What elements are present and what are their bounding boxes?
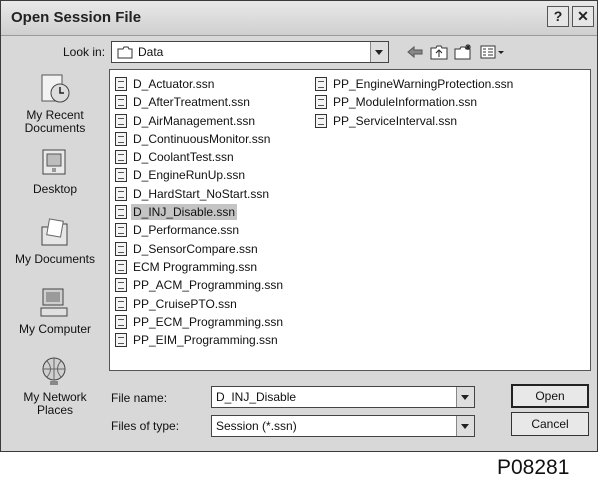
file-name-label: File name: — [111, 391, 168, 405]
place-label: My Network Places — [23, 390, 87, 417]
place-label: My Recent Documents — [24, 108, 86, 135]
session-file-icon — [115, 259, 127, 274]
session-file-icon — [115, 77, 127, 91]
file-name: PP_ACM_Programming.ssn — [133, 278, 284, 293]
file-item[interactable]: ECM Programming.ssn — [113, 259, 285, 277]
file-name: D_CoolantTest.ssn — [133, 150, 234, 165]
session-file-icon — [115, 186, 127, 201]
chevron-down-icon[interactable] — [456, 387, 474, 407]
file-item[interactable]: PP_EIM_Programming.ssn — [113, 332, 285, 350]
place-desktop[interactable]: Desktop — [13, 147, 97, 196]
file-type-select[interactable]: Session (*.ssn) — [211, 415, 475, 437]
session-file-icon — [115, 205, 127, 220]
session-file-icon — [315, 113, 327, 128]
file-item[interactable]: D_CoolantTest.ssn — [113, 149, 285, 167]
file-list[interactable]: D_Actuator.ssn D_AfterTreatment.ssn D_AirM… — [109, 69, 591, 371]
up-folder-icon[interactable] — [429, 43, 449, 61]
file-name: D_EngineRunUp.ssn — [133, 168, 246, 183]
file-item[interactable]: PP_EngineWarningProtection.ssn — [313, 76, 515, 94]
chevron-down-icon[interactable] — [370, 42, 388, 62]
session-file-icon — [115, 296, 127, 311]
title-bar: Open Session File ? ✕ — [1, 1, 597, 36]
my-computer-icon — [38, 287, 72, 319]
file-name: D_HardStart_NoStart.ssn — [133, 186, 270, 201]
file-name-value[interactable]: D_INJ_Disable — [216, 390, 296, 404]
file-item[interactable]: D_AirManagement.ssn — [113, 113, 285, 131]
file-item[interactable]: D_EngineRunUp.ssn — [113, 167, 285, 185]
file-list-column-2: PP_EngineWarningProtection.ssn PP_ModuleI… — [313, 76, 515, 131]
folder-icon — [117, 46, 133, 62]
file-item[interactable]: PP_ModuleInformation.ssn — [313, 94, 515, 112]
file-type-value: Session (*.ssn) — [216, 419, 297, 433]
place-network-places[interactable]: My Network Places — [13, 355, 97, 417]
file-name: D_AirManagement.ssn — [133, 113, 256, 128]
file-item[interactable]: D_AfterTreatment.ssn — [113, 94, 285, 112]
open-session-dialog: Open Session File ? ✕ Look in: Data My R… — [0, 0, 598, 452]
session-file-icon — [115, 314, 127, 329]
session-file-icon — [115, 223, 127, 238]
file-item[interactable]: D_INJ_Disable.ssn — [113, 204, 285, 222]
session-file-icon — [115, 278, 127, 293]
session-file-icon — [115, 113, 127, 128]
chevron-down-icon[interactable] — [456, 416, 474, 436]
file-item[interactable]: D_HardStart_NoStart.ssn — [113, 186, 285, 204]
file-item[interactable]: PP_ServiceInterval.ssn — [313, 113, 515, 131]
session-file-icon — [115, 95, 127, 110]
place-label: Desktop — [32, 182, 78, 196]
places-bar: My Recent Documents Desktop My Documents… — [13, 69, 97, 439]
new-folder-icon[interactable] — [453, 43, 473, 61]
close-button[interactable]: ✕ — [572, 6, 594, 27]
desktop-icon — [38, 147, 72, 179]
file-item[interactable]: PP_CruisePTO.ssn — [113, 296, 285, 314]
session-file-icon — [115, 131, 127, 146]
session-file-icon — [315, 77, 327, 91]
file-name: PP_CruisePTO.ssn — [133, 296, 237, 311]
open-button[interactable]: Open — [511, 384, 589, 408]
session-file-icon — [115, 168, 127, 183]
file-name: D_INJ_Disable.ssn — [131, 204, 238, 221]
file-item[interactable]: D_SensorCompare.ssn — [113, 241, 285, 259]
file-item[interactable]: D_Performance.ssn — [113, 222, 285, 240]
file-name: D_AfterTreatment.ssn — [133, 95, 250, 110]
file-name: D_SensorCompare.ssn — [133, 241, 258, 256]
file-name: PP_ServiceInterval.ssn — [333, 113, 458, 128]
recent-documents-icon — [38, 73, 72, 105]
file-name: D_Performance.ssn — [133, 223, 240, 238]
session-file-icon — [115, 333, 127, 348]
file-name: PP_ModuleInformation.ssn — [333, 95, 478, 110]
dialog-title: Open Session File — [11, 9, 142, 26]
session-file-icon — [115, 241, 127, 256]
file-item[interactable]: PP_ACM_Programming.ssn — [113, 277, 285, 295]
look-in-value: Data — [138, 45, 164, 59]
session-file-icon — [315, 95, 327, 110]
session-file-icon — [115, 150, 127, 165]
figure-code: P08281 — [497, 456, 570, 479]
back-icon[interactable] — [405, 43, 425, 61]
network-places-icon — [38, 355, 72, 387]
place-my-documents[interactable]: My Documents — [13, 217, 97, 266]
file-item[interactable]: D_Actuator.ssn — [113, 76, 285, 94]
look-in-dropdown[interactable]: Data — [111, 41, 389, 63]
file-type-label: Files of type: — [111, 419, 180, 433]
view-menu-icon[interactable] — [479, 43, 505, 61]
file-item[interactable]: PP_ECM_Programming.ssn — [113, 314, 285, 332]
look-in-label: Look in: — [63, 45, 106, 59]
file-list-column-1: D_Actuator.ssn D_AfterTreatment.ssn D_AirM… — [113, 76, 285, 350]
file-item[interactable]: D_ContinuousMonitor.ssn — [113, 131, 285, 149]
place-my-computer[interactable]: My Computer — [13, 287, 97, 336]
file-name: D_Actuator.ssn — [133, 77, 215, 91]
help-button[interactable]: ? — [547, 6, 569, 27]
file-name: D_ContinuousMonitor.ssn — [133, 131, 271, 146]
my-documents-icon — [38, 217, 72, 249]
file-name-input[interactable]: D_INJ_Disable — [211, 386, 475, 408]
file-name: PP_ECM_Programming.ssn — [133, 314, 284, 329]
file-name: ECM Programming.ssn — [133, 259, 258, 274]
place-label: My Documents — [14, 252, 96, 266]
cancel-button[interactable]: Cancel — [511, 412, 589, 436]
place-label: My Computer — [18, 322, 92, 336]
file-name: PP_EIM_Programming.ssn — [133, 333, 278, 348]
file-name: PP_EngineWarningProtection.ssn — [333, 77, 514, 91]
place-recent-documents[interactable]: My Recent Documents — [13, 73, 97, 135]
